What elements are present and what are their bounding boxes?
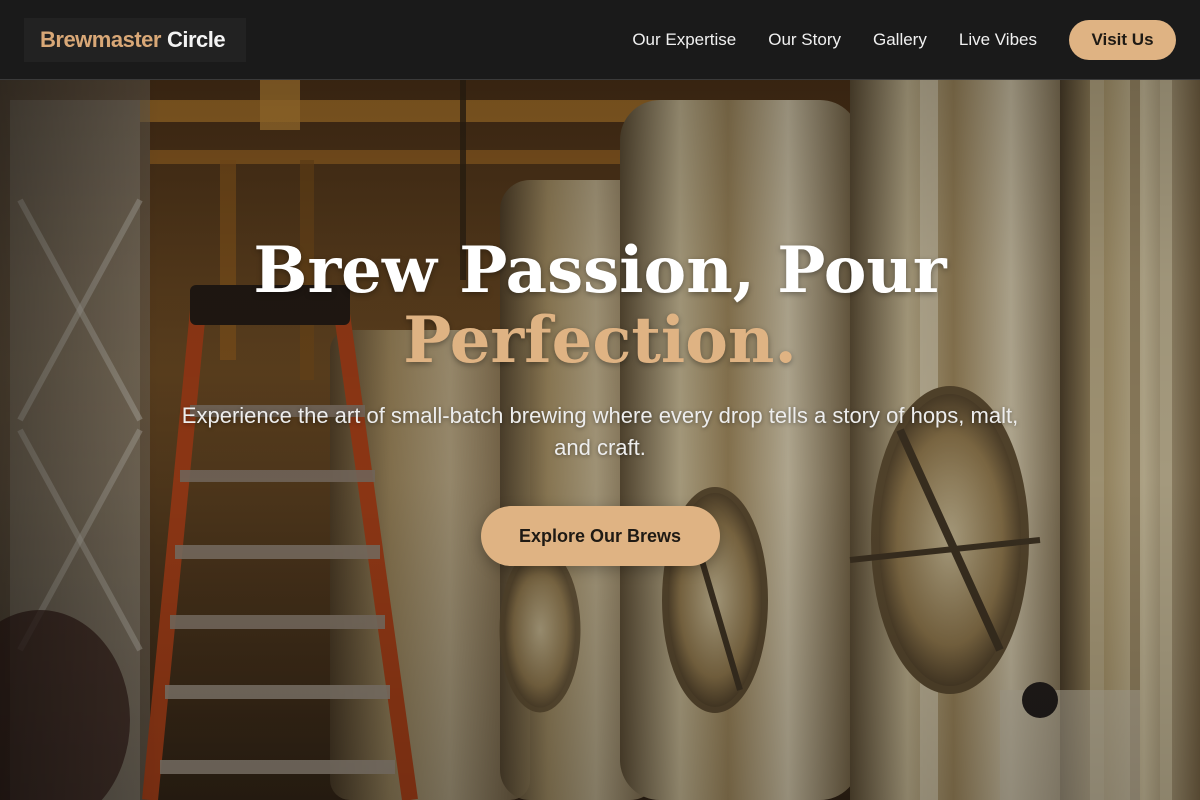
nav-link-live-vibes[interactable]: Live Vibes [959, 30, 1037, 50]
explore-brews-button[interactable]: Explore Our Brews [480, 506, 720, 566]
nav-link-gallery[interactable]: Gallery [873, 30, 927, 50]
main-navigation: Our Expertise Our Story Gallery Live Vib… [600, 19, 1176, 60]
nav-link-our-expertise[interactable]: Our Expertise [632, 30, 736, 50]
nav-link-our-story[interactable]: Our Story [768, 30, 841, 50]
site-header: Brewmaster Circle Our Expertise Our Stor… [0, 0, 1200, 80]
hero-headline: Brew Passion, Pour Perfection. [0, 236, 1200, 376]
visit-us-button[interactable]: Visit Us [1069, 19, 1176, 60]
hero-section: Brew Passion, Pour Perfection. Experienc… [0, 236, 1200, 566]
brand-logo[interactable]: Brewmaster Circle [24, 17, 246, 62]
brand-name-primary: Brewmaster [40, 26, 161, 52]
brand-name-secondary: Circle [166, 26, 226, 52]
hero-headline-line1: Brew Passion, Pour [253, 233, 947, 308]
hero-subtitle: Experience the art of small-batch brewin… [181, 403, 1019, 460]
hero-headline-line2: Perfection. [403, 303, 797, 378]
